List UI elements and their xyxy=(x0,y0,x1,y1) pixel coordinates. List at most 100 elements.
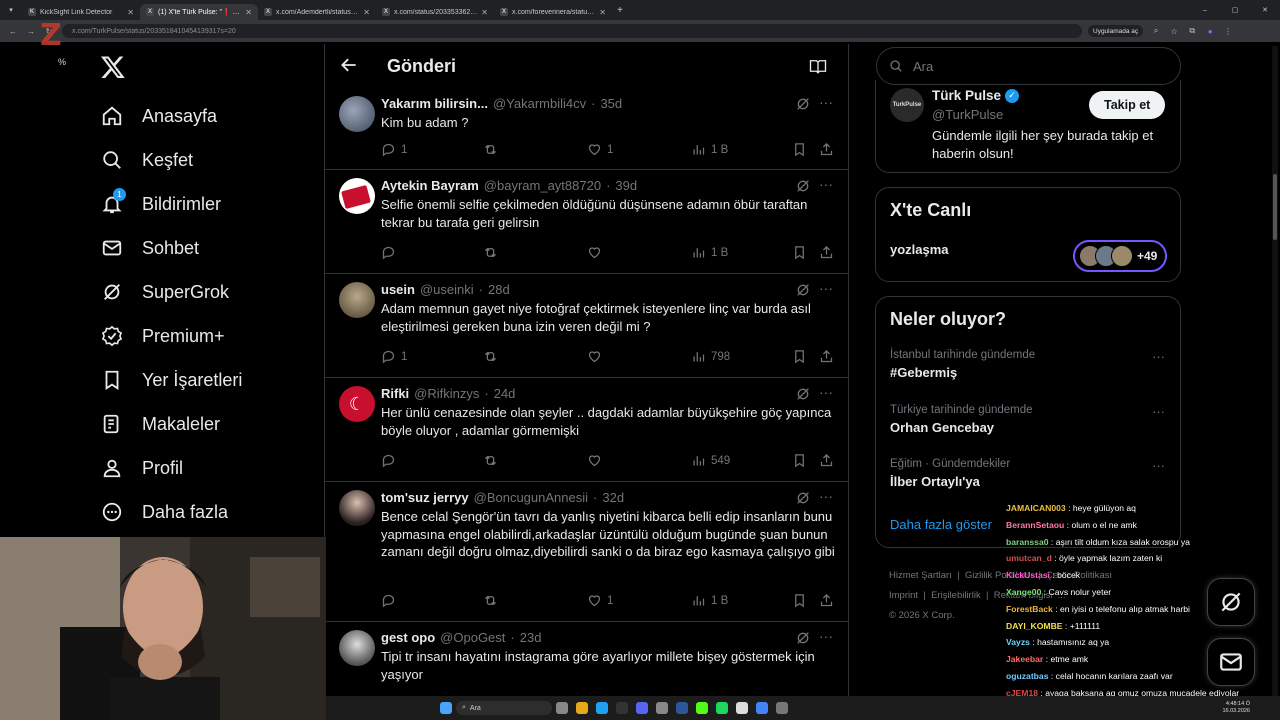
post-date[interactable]: 39d xyxy=(615,178,637,193)
url-field[interactable]: x.com/TurkPulse/status/20335184104541393… xyxy=(62,24,1082,38)
close-icon[interactable]: ✕ xyxy=(599,8,606,17)
reply-button[interactable]: 1 xyxy=(381,142,407,157)
kick-icon[interactable] xyxy=(696,702,708,714)
browser-tab[interactable]: Xx.com/foreverinera/status/2033... ✕ xyxy=(494,4,612,20)
app-icon[interactable] xyxy=(676,702,688,714)
more-options-icon[interactable]: ··· xyxy=(819,488,835,504)
more-options-icon[interactable]: ··· xyxy=(1152,349,1165,364)
close-icon[interactable]: ✕ xyxy=(245,8,252,17)
bookmark-button[interactable] xyxy=(792,453,807,468)
forward-icon[interactable]: → xyxy=(26,27,36,36)
spotify-icon[interactable] xyxy=(716,702,728,714)
share-button[interactable] xyxy=(819,142,834,157)
author-card-avatar[interactable]: TurkPulse xyxy=(890,88,924,122)
author-card-handle[interactable]: @TurkPulse xyxy=(932,107,1003,122)
nav-item-articles[interactable]: Makaleler xyxy=(100,409,220,439)
footer-link[interactable]: Imprint xyxy=(889,590,918,601)
share-button[interactable] xyxy=(819,593,834,608)
chat-username[interactable]: ForestBack xyxy=(1006,604,1053,614)
avatar[interactable] xyxy=(339,178,375,214)
chat-username[interactable]: KickUstasi xyxy=(1006,570,1050,580)
reply-button[interactable]: 1 xyxy=(381,349,407,364)
trend-item[interactable]: İstanbul tarihinde gündemde #Gebermiş ··… xyxy=(890,349,1170,380)
chrome-icon[interactable] xyxy=(756,702,768,714)
more-options-icon[interactable]: ··· xyxy=(1152,458,1165,473)
author-name[interactable]: Aytekin Bayram xyxy=(381,178,479,193)
chat-username[interactable]: baranssa0 xyxy=(1006,537,1049,547)
chat-username[interactable]: Xange00 xyxy=(1006,587,1041,597)
chat-username[interactable]: DAYI_KOMBE xyxy=(1006,621,1063,631)
browser-tab[interactable]: Xx.com/status/20335336257448...✕ xyxy=(376,4,494,20)
more-options-icon[interactable]: ··· xyxy=(819,280,835,296)
close-icon[interactable]: ✕ xyxy=(481,8,488,17)
app-icon[interactable] xyxy=(656,702,668,714)
bookmark-button[interactable] xyxy=(792,245,807,260)
menu-icon[interactable]: ⋮ xyxy=(1223,27,1233,36)
grok-icon[interactable] xyxy=(795,282,811,298)
discord-icon[interactable] xyxy=(636,702,648,714)
post-date[interactable]: 32d xyxy=(602,490,624,505)
close-icon[interactable]: ✕ xyxy=(127,8,134,17)
repost-button[interactable] xyxy=(483,349,503,364)
author-name[interactable]: gest opo xyxy=(381,630,435,645)
back-icon[interactable]: ← xyxy=(8,27,18,36)
repost-button[interactable] xyxy=(483,142,503,157)
reply-button[interactable] xyxy=(381,453,401,468)
taskbar-search[interactable]: ⌕ Ara xyxy=(456,701,552,715)
live-participants-pill[interactable]: +49 xyxy=(1073,240,1167,272)
app-icon[interactable] xyxy=(616,702,628,714)
post-item[interactable]: Aytekin Bayram @bayram_ayt88720 · 39d ··· S… xyxy=(325,170,848,274)
repost-button[interactable] xyxy=(483,593,503,608)
start-icon[interactable] xyxy=(440,702,452,714)
close-window-button[interactable]: ✕ xyxy=(1250,6,1280,14)
share-button[interactable] xyxy=(819,245,834,260)
browser-tab-active[interactable]: X (1) X'te Türk Pulse: "❗ Celal Şe...✕ xyxy=(140,4,258,20)
author-handle[interactable]: @Yakarmbili4cv xyxy=(493,96,586,111)
views-button[interactable]: 798 xyxy=(691,349,730,364)
reply-button[interactable] xyxy=(381,245,401,260)
star-icon[interactable]: ☆ xyxy=(1169,27,1179,36)
scrollbar-thumb[interactable] xyxy=(1273,174,1277,240)
more-options-icon[interactable]: ··· xyxy=(819,94,835,110)
post-date[interactable]: 23d xyxy=(520,630,542,645)
views-button[interactable]: 1 B xyxy=(691,142,728,157)
author-handle[interactable]: @OpoGest xyxy=(440,630,505,645)
trend-item[interactable]: Eğitim · Gündemdekiler İlber Ortaylı'ya … xyxy=(890,458,1170,489)
grok-icon[interactable] xyxy=(795,178,811,194)
follow-button[interactable]: Takip et xyxy=(1089,91,1166,119)
more-options-icon[interactable]: ··· xyxy=(819,384,835,400)
views-button[interactable]: 1 B xyxy=(691,593,728,608)
avatar[interactable] xyxy=(339,282,375,318)
views-button[interactable]: 549 xyxy=(691,453,730,468)
edge-icon[interactable] xyxy=(596,702,608,714)
zoom-icon[interactable]: ⌕ xyxy=(1151,26,1161,36)
bookmark-button[interactable] xyxy=(792,142,807,157)
taskview-icon[interactable] xyxy=(556,702,568,714)
bookmark-button[interactable] xyxy=(792,349,807,364)
app-icon[interactable] xyxy=(776,702,788,714)
footer-link[interactable]: Hizmet Şartları xyxy=(889,570,952,581)
chat-username[interactable]: JAMAICAN003 xyxy=(1006,503,1066,513)
nav-item-bookmarks[interactable]: Yer İşaretleri xyxy=(100,365,242,395)
bookmark-button[interactable] xyxy=(792,593,807,608)
avatar[interactable]: ☾ xyxy=(339,386,375,422)
author-name[interactable]: Rifki xyxy=(381,386,409,401)
post-item[interactable]: Yakarım bilirsin... @Yakarmbili4cv · 35d ··… xyxy=(325,88,848,170)
nav-item-supergrok[interactable]: SuperGrok xyxy=(100,277,229,307)
new-tab-button[interactable]: + xyxy=(612,5,628,16)
author-name[interactable]: usein xyxy=(381,282,415,297)
post-item[interactable]: usein @useinki · 28d ··· Adam memnun gayet … xyxy=(325,274,848,378)
nav-item-more[interactable]: Daha fazla xyxy=(100,497,228,527)
nav-item-premium[interactable]: Premium+ xyxy=(100,321,225,351)
like-button[interactable]: 1 xyxy=(587,142,613,157)
views-button[interactable]: 1 B xyxy=(691,245,728,260)
repost-button[interactable] xyxy=(483,245,503,260)
avatar[interactable] xyxy=(339,96,375,132)
tab-search-icon[interactable]: ▾ xyxy=(0,6,22,14)
post-date[interactable]: 24d xyxy=(494,386,516,401)
author-handle[interactable]: @bayram_ayt88720 xyxy=(484,178,601,193)
author-handle[interactable]: @useinki xyxy=(420,282,474,297)
chat-username[interactable]: Vayzs xyxy=(1006,637,1030,647)
live-topic[interactable]: yozlaşma xyxy=(890,242,949,257)
nav-item-explore[interactable]: Keşfet xyxy=(100,145,193,175)
